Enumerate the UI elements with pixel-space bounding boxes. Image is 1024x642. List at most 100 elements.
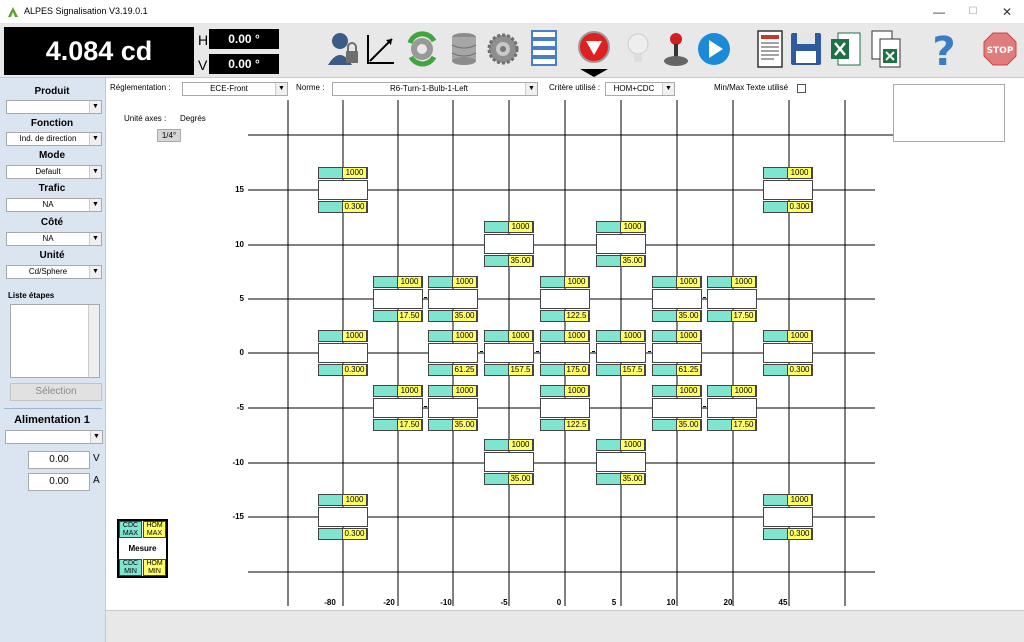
chevron-down-icon: ▼ <box>275 83 287 95</box>
h-angle-value: 0.00 ° <box>209 29 279 49</box>
cell-connector <box>424 406 427 407</box>
record-down-icon[interactable] <box>576 29 612 77</box>
measure-cell[interactable]: 1000 35.00 <box>652 385 702 431</box>
refresh-gear-icon[interactable] <box>404 29 440 69</box>
chevron-down-icon: ▼ <box>89 133 101 145</box>
critere-label: Critère utilisé : <box>549 83 601 92</box>
x-axis-label: -80 <box>324 598 336 607</box>
y-axis-label: 5 <box>239 294 244 303</box>
list-icon[interactable] <box>526 29 562 69</box>
steps-scrollbar[interactable] <box>88 305 99 377</box>
joystick-icon[interactable] <box>658 29 694 69</box>
chevron-down-icon: ▼ <box>89 233 101 245</box>
x-axis-label: -10 <box>440 598 452 607</box>
trafic-label: Trafic <box>38 183 66 194</box>
alimentation-select[interactable]: ▼ <box>5 430 103 444</box>
measure-cell[interactable]: 1000 35.00 <box>484 221 534 267</box>
chevron-down-icon: ▼ <box>90 431 102 443</box>
measure-cell[interactable]: 1000 0.300 <box>763 330 813 376</box>
steps-list[interactable] <box>10 304 100 378</box>
legend-cdc-min: CDC MIN <box>119 559 142 576</box>
excel-copy-icon[interactable] <box>868 29 904 69</box>
app-logo-icon <box>8 7 18 17</box>
measure-cell[interactable]: 1000 175.0 <box>540 330 590 376</box>
chevron-down-icon: ▼ <box>89 166 101 178</box>
cell-connector <box>703 297 706 298</box>
voltage-field[interactable]: 0.00 <box>28 451 90 469</box>
legend-hom-max: HOM MAX <box>143 521 166 538</box>
x-axis-label: 45 <box>778 598 788 607</box>
measure-cell[interactable]: 1000 0.300 <box>763 494 813 540</box>
reglementation-select[interactable]: ECE-Front ▼ <box>182 82 288 96</box>
close-button[interactable]: ✕ <box>990 0 1024 24</box>
selection-button[interactable]: Sélection <box>10 383 102 401</box>
measure-cell[interactable]: 1000 61.25 <box>652 330 702 376</box>
measure-cell[interactable]: 1000 17.50 <box>373 385 423 431</box>
cote-select[interactable]: NA ▼ <box>6 232 102 246</box>
produit-label: Produit <box>34 86 70 97</box>
measure-cell[interactable]: 1000 35.00 <box>428 276 478 322</box>
fonction-select[interactable]: Ind. de direction ▼ <box>6 132 102 146</box>
x-axis-label: 0 <box>556 598 562 607</box>
save-icon[interactable] <box>788 29 824 69</box>
current-unit: A <box>93 475 100 486</box>
measure-cell[interactable]: 1000 17.50 <box>373 276 423 322</box>
measure-cell[interactable]: 1000 35.00 <box>596 439 646 485</box>
measure-cell[interactable]: 1000 157.5 <box>596 330 646 376</box>
gear-icon[interactable] <box>485 29 521 69</box>
axis-unit-label: Unité axes : <box>124 114 167 123</box>
norme-label: Norme : <box>296 83 325 92</box>
stop-icon[interactable]: STOP <box>982 29 1018 69</box>
norme-select[interactable]: R6-Turn-1-Bulb-1-Left ▼ <box>332 82 538 96</box>
measure-cell[interactable]: 1000 61.25 <box>428 330 478 376</box>
toolbar: 4.084 cd H 0.00 ° V 0.00 ° ? STOP <box>0 24 1024 78</box>
excel-icon[interactable] <box>828 29 864 69</box>
current-field[interactable]: 0.00 <box>28 473 90 491</box>
voltage-unit: V <box>93 453 100 464</box>
measure-cell[interactable]: 1000 35.00 <box>428 385 478 431</box>
user-lock-icon[interactable] <box>324 29 360 69</box>
cote-label: Côté <box>40 217 64 228</box>
measure-cell[interactable]: 1000 0.300 <box>318 494 368 540</box>
maximize-button[interactable]: ☐ <box>956 0 990 24</box>
cell-connector <box>424 297 427 298</box>
fonction-label: Fonction <box>30 118 74 129</box>
measure-cell[interactable]: 1000 35.00 <box>596 221 646 267</box>
x-axis-label: 20 <box>723 598 733 607</box>
measure-cell[interactable]: 1000 122.5 <box>540 276 590 322</box>
sidebar-divider <box>4 408 102 409</box>
measure-cell[interactable]: 1000 35.00 <box>484 439 534 485</box>
trafic-select[interactable]: NA ▼ <box>6 198 102 212</box>
axes-icon[interactable] <box>362 29 398 69</box>
cell-connector <box>648 351 651 352</box>
minmax-label: Min/Max Texte utilisé <box>714 83 789 92</box>
measure-cell[interactable]: 1000 157.5 <box>484 330 534 376</box>
minmax-checkbox[interactable] <box>797 84 806 93</box>
preview-box <box>893 84 1005 142</box>
legend: CDC MAX HOM MAX Mesure CDC MIN HOM MIN <box>117 519 168 578</box>
measure-cell[interactable]: 1000 35.00 <box>652 276 702 322</box>
measure-cell[interactable]: 1000 0.300 <box>318 330 368 376</box>
lamp-icon <box>627 33 649 62</box>
y-axis-label: 0 <box>239 348 244 357</box>
cell-connector <box>703 406 706 407</box>
measure-cell[interactable]: 1000 0.300 <box>318 167 368 213</box>
play-icon[interactable] <box>696 29 732 69</box>
h-angle-label: H <box>198 32 209 48</box>
produit-select[interactable]: ▼ <box>6 100 102 114</box>
measure-cell[interactable]: 1000 0.300 <box>763 167 813 213</box>
database-icon[interactable] <box>446 29 482 69</box>
step-button[interactable]: 1/4° <box>157 129 181 142</box>
svg-text:STOP: STOP <box>987 46 1014 56</box>
help-icon[interactable]: ? <box>926 29 962 69</box>
mode-select[interactable]: Default ▼ <box>6 165 102 179</box>
unite-select[interactable]: Cd/Sphere ▼ <box>6 265 102 279</box>
measure-cell[interactable]: 1000 17.50 <box>707 276 757 322</box>
minimize-button[interactable]: — <box>922 0 956 24</box>
measure-cell[interactable]: 1000 122.5 <box>540 385 590 431</box>
measure-cell[interactable]: 1000 17.50 <box>707 385 757 431</box>
window-title: ALPES Signalisation V3.19.0.1 <box>24 6 148 16</box>
y-axis-label: -15 <box>232 512 244 521</box>
report-icon[interactable] <box>752 29 788 69</box>
critere-select[interactable]: HOM+CDC ▼ <box>605 82 675 96</box>
